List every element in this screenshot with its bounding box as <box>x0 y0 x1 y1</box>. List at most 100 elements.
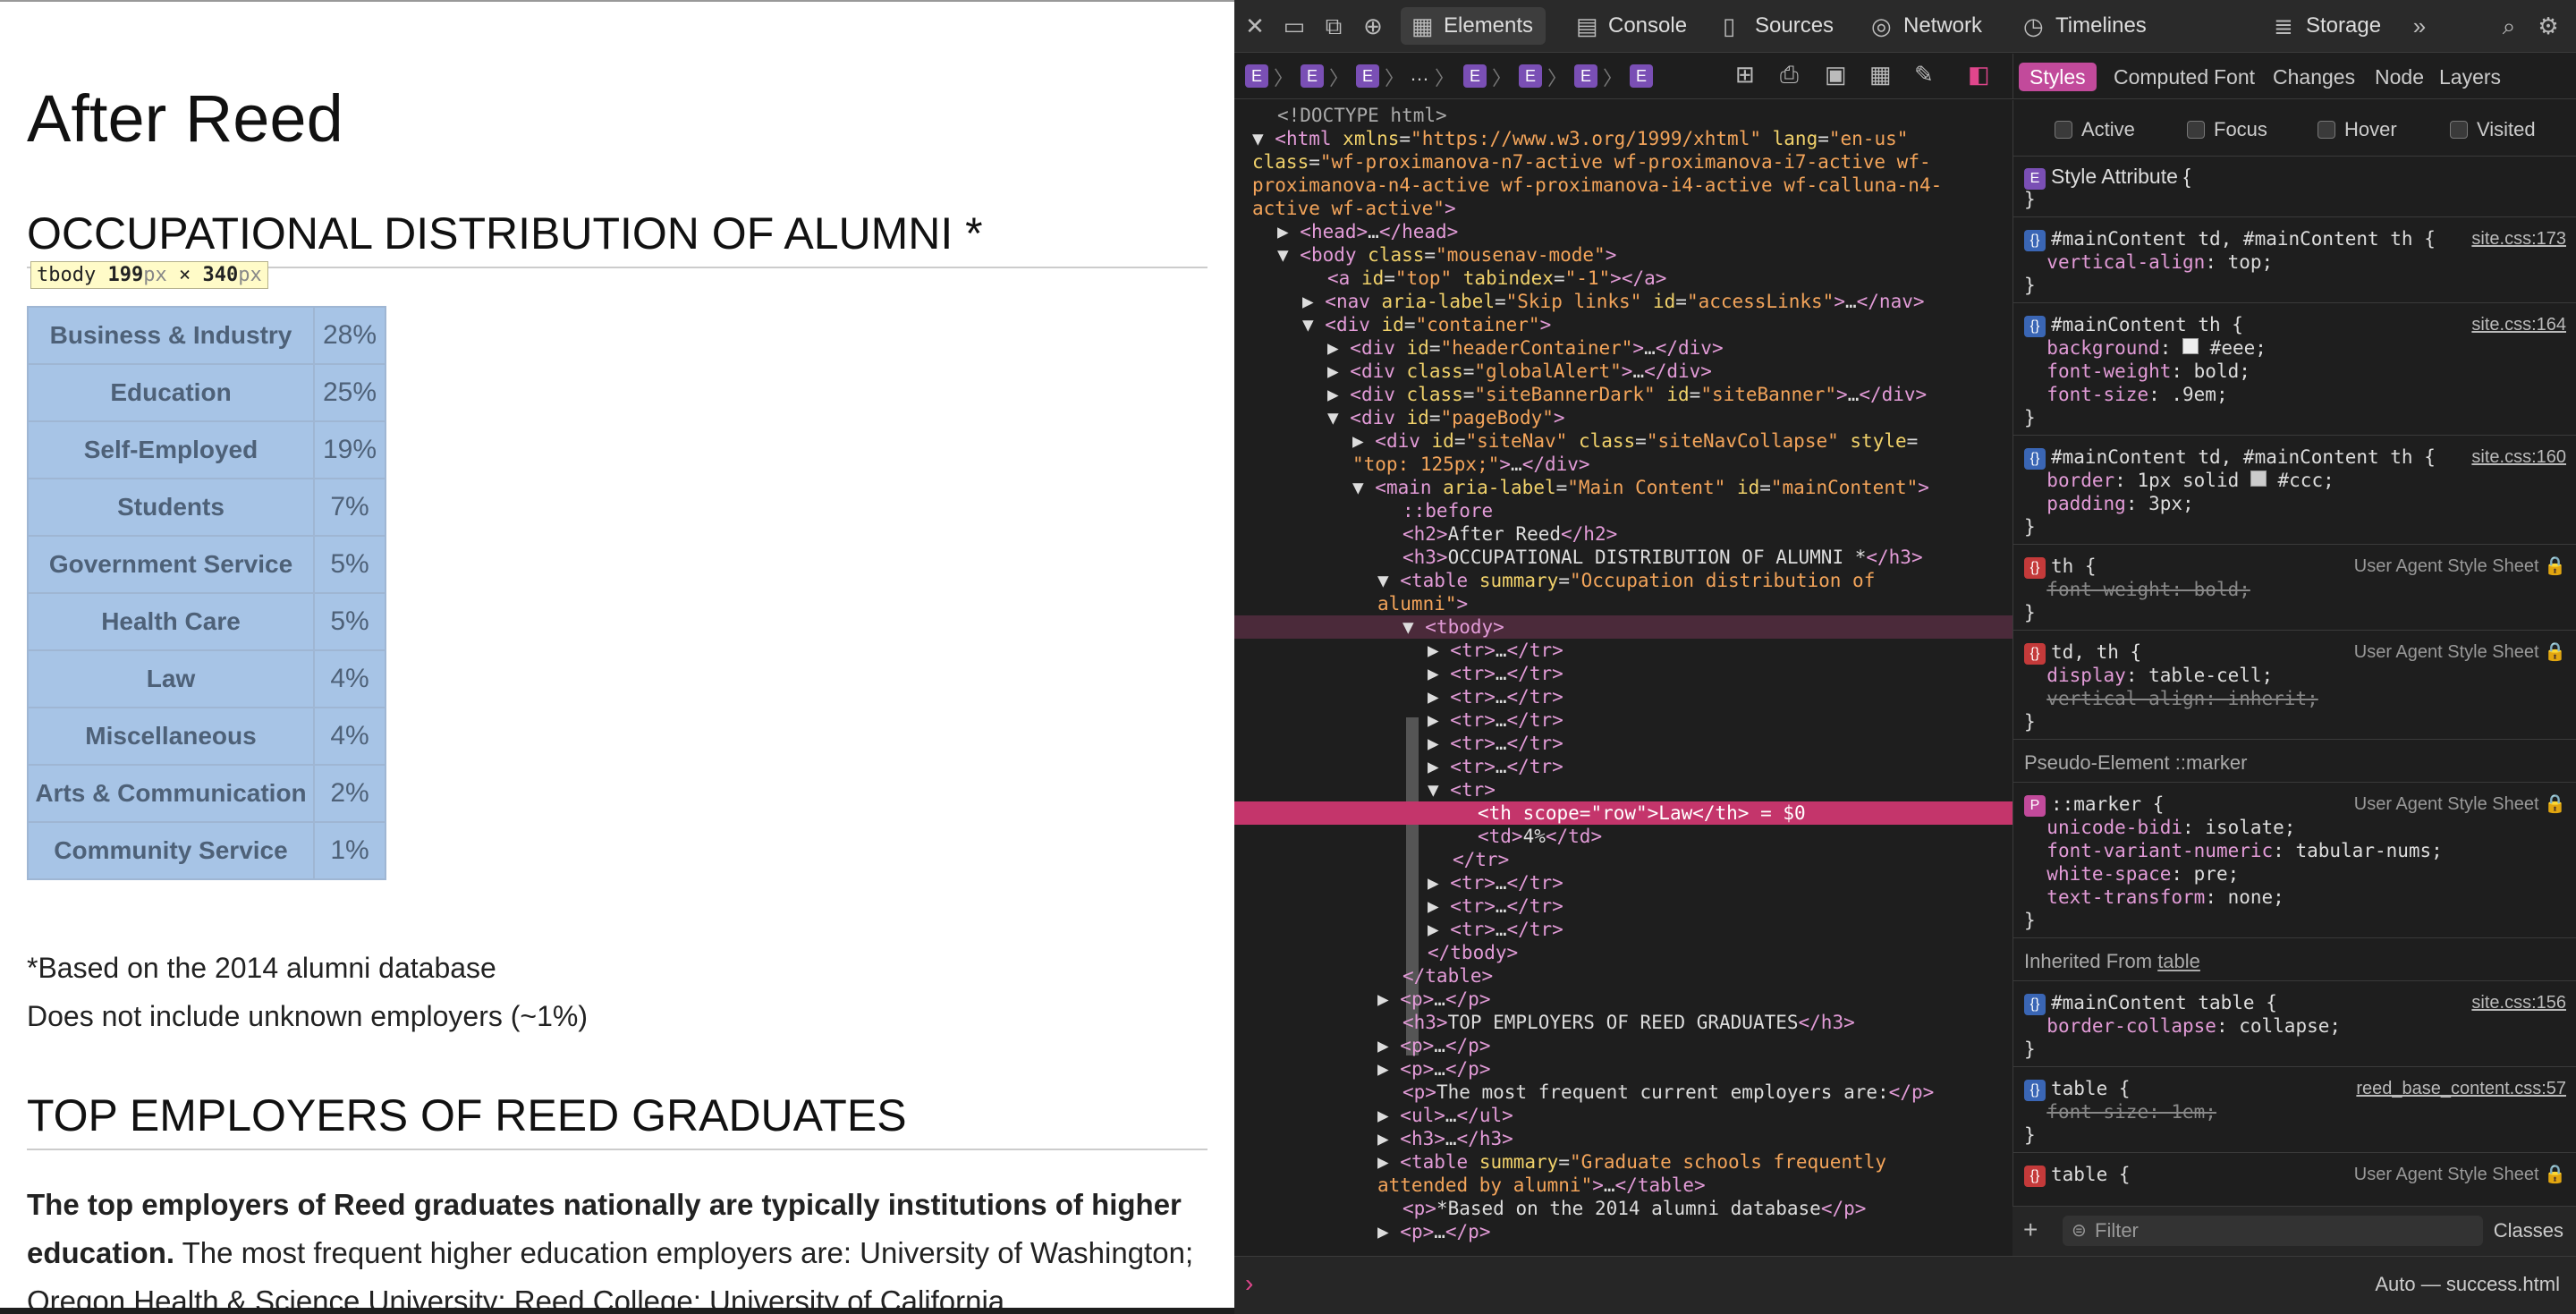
dom-line[interactable]: ▼ <html xmlns="https://www.w3.org/1999/x… <box>1234 127 2012 150</box>
more-tabs-icon[interactable]: » <box>2406 13 2433 39</box>
breadcrumb-item-container[interactable]: E <box>1356 64 1379 88</box>
styles-filter-input[interactable]: Filter <box>2063 1216 2483 1246</box>
dom-line[interactable]: ▶ <div id="siteNav" class="siteNavCollap… <box>1234 429 2012 453</box>
dom-line[interactable]: attended by alumni">…</table> <box>1234 1174 2012 1197</box>
dom-line[interactable]: <!DOCTYPE html> <box>1234 104 2012 127</box>
tab-font[interactable]: Font <box>2203 63 2266 91</box>
css-rule[interactable]: {} #mainContent td, #mainContent th { <box>2024 227 2436 251</box>
css-rule[interactable]: {} table { <box>2024 1077 2131 1101</box>
dom-line[interactable]: ▶ <tr>…</tr> <box>1234 871 2012 894</box>
source-link[interactable]: site.css:160 <box>2471 445 2566 469</box>
tab-styles[interactable]: Styles <box>2019 63 2097 91</box>
dom-line[interactable]: ▶ <tr>…</tr> <box>1234 894 2012 918</box>
dom-line[interactable]: ▶ <table summary="Graduate schools frequ… <box>1234 1150 2012 1174</box>
dom-line[interactable]: <a id="top" tabindex="-1"></a> <box>1234 267 2012 290</box>
dom-tree[interactable]: <!DOCTYPE html> ▼ <html xmlns="https://w… <box>1234 100 2012 1256</box>
dom-line[interactable]: ▶ <div class="globalAlert">…</div> <box>1234 360 2012 383</box>
dom-line[interactable]: ▼ <div id="container"> <box>1234 313 2012 336</box>
dom-line[interactable]: ▼ <div id="pageBody"> <box>1234 406 2012 429</box>
style-attribute-rule[interactable]: E Style Attribute { <box>2024 165 2190 190</box>
tab-computed[interactable]: Computed <box>2103 63 2219 91</box>
print-icon[interactable]: ⎙ <box>1780 61 1799 89</box>
dom-line[interactable]: ▶ <p>…</p> <box>1234 1220 2012 1243</box>
dom-line[interactable]: ▶ <tr>…</tr> <box>1234 755 2012 778</box>
breadcrumb-item-main[interactable]: E <box>1463 64 1487 88</box>
tab-timelines[interactable]: ◷ Timelines <box>2012 7 2159 45</box>
ua-rule[interactable]: {} th { <box>2024 555 2097 579</box>
dom-line-tbody[interactable]: ▼ <tbody> <box>1234 615 2012 639</box>
dom-line[interactable]: <td>4%</td> <box>1234 825 2012 848</box>
dom-line[interactable]: ▼ <table summary="Occupation distributio… <box>1234 569 2012 592</box>
tab-sources[interactable]: ▯ Sources <box>1712 7 1846 45</box>
dom-line[interactable]: ▶ <div class="siteBannerDark" id="siteBa… <box>1234 383 2012 406</box>
breadcrumb-item-html[interactable]: E <box>1245 64 1268 88</box>
tab-layers[interactable]: Layers <box>2428 63 2512 91</box>
breadcrumb-item-body[interactable]: E <box>1301 64 1324 88</box>
dom-line[interactable]: ▶ <tr>…</tr> <box>1234 662 2012 685</box>
element-picker-icon[interactable]: ⊕ <box>1360 13 1386 39</box>
dom-line[interactable]: active wf-active"> <box>1234 197 2012 220</box>
dock-bottom-icon[interactable]: ▭ <box>1281 13 1308 39</box>
tab-changes[interactable]: Changes <box>2262 63 2366 91</box>
dom-line[interactable]: ::before <box>1234 499 2012 522</box>
ua-rule[interactable]: {} table { <box>2024 1163 2131 1187</box>
dom-line[interactable]: </table> <box>1234 964 2012 988</box>
dom-line[interactable]: ▶ <p>…</p> <box>1234 1057 2012 1081</box>
dom-line[interactable]: proximanova-n4-active wf-proximanova-i4-… <box>1234 174 2012 197</box>
dom-line[interactable]: ▶ <nav aria-label="Skip links" id="acces… <box>1234 290 2012 313</box>
dom-line[interactable]: </tbody> <box>1234 941 2012 964</box>
dom-line[interactable]: <p>The most frequent current employers a… <box>1234 1081 2012 1104</box>
breadcrumb-item-th[interactable]: E <box>1630 64 1653 88</box>
ua-rule[interactable]: {} td, th { <box>2024 640 2141 665</box>
add-rule-icon[interactable]: + <box>2023 1216 2038 1244</box>
dom-line[interactable]: ▶ <tr>…</tr> <box>1234 732 2012 755</box>
dom-line[interactable]: "top: 125px;">…</div> <box>1234 453 2012 476</box>
dom-line[interactable]: ▶ <h3>…</h3> <box>1234 1127 2012 1150</box>
search-icon[interactable]: ⌕ <box>2496 13 2522 39</box>
css-rule[interactable]: {} #mainContent td, #mainContent th { <box>2024 445 2436 470</box>
source-link[interactable]: reed_base_content.css:57 <box>2356 1077 2566 1100</box>
tab-storage[interactable]: ≣ Storage <box>2263 7 2394 45</box>
classes-button[interactable]: Classes <box>2494 1219 2563 1242</box>
gear-icon[interactable]: ⚙ <box>2535 13 2562 39</box>
marker-rule[interactable]: P::marker { <box>2024 793 2164 817</box>
dom-line[interactable]: ▼ <main aria-label="Main Content" id="ma… <box>1234 476 2012 499</box>
close-icon[interactable]: ✕ <box>1241 13 1268 39</box>
source-link[interactable]: site.css:164 <box>2471 313 2566 336</box>
console-prompt-bar[interactable]: › Auto — success.html <box>1234 1256 2576 1314</box>
paint-icon[interactable]: ✎ <box>1914 61 1934 89</box>
dom-line-selected[interactable]: <th scope="row">Law</th> = $0 <box>1234 801 2012 825</box>
sidebar-toggle-icon[interactable]: ◧ <box>1968 61 1990 89</box>
dom-line[interactable]: class="wf-proximanova-n7-active wf-proxi… <box>1234 150 2012 174</box>
state-focus-checkbox[interactable]: Focus <box>2187 118 2267 141</box>
dom-line[interactable]: ▼ <tr> <box>1234 778 2012 801</box>
breadcrumb-item-table[interactable]: E <box>1519 64 1542 88</box>
breadcrumb-item-tbody[interactable]: E <box>1574 64 1597 88</box>
tab-network[interactable]: ◎ Network <box>1860 7 1995 45</box>
dom-line[interactable]: ▶ <p>…</p> <box>1234 1034 2012 1057</box>
breadcrumb-ellipsis[interactable]: … <box>1410 63 1429 86</box>
state-active-checkbox[interactable]: Active <box>2055 118 2135 141</box>
dom-line[interactable]: alumni"> <box>1234 592 2012 615</box>
state-hover-checkbox[interactable]: Hover <box>2318 118 2397 141</box>
layout-icon[interactable]: ▣ <box>1825 61 1847 89</box>
state-visited-checkbox[interactable]: Visited <box>2450 118 2536 141</box>
tab-elements[interactable]: ▦ Elements <box>1401 7 1546 45</box>
dom-line[interactable]: </tr> <box>1234 848 2012 871</box>
dom-line[interactable]: ▶ <tr>…</tr> <box>1234 685 2012 708</box>
dom-line[interactable]: ▶ <p>…</p> <box>1234 988 2012 1011</box>
dom-line[interactable]: <h2>After Reed</h2> <box>1234 522 2012 546</box>
css-rule[interactable]: {} #mainContent table { <box>2024 991 2277 1015</box>
dom-line[interactable]: ▶ <tr>…</tr> <box>1234 918 2012 941</box>
grid-icon[interactable]: ▦ <box>1869 61 1892 89</box>
detach-window-icon[interactable]: ⧉ <box>1320 13 1347 39</box>
dom-line[interactable]: ▼ <body class="mousenav-mode"> <box>1234 243 2012 267</box>
dom-line[interactable]: <h3>OCCUPATIONAL DISTRIBUTION OF ALUMNI … <box>1234 546 2012 569</box>
source-link[interactable]: site.css:173 <box>2471 227 2566 250</box>
dom-line[interactable]: ▶ <ul>…</ul> <box>1234 1104 2012 1127</box>
execution-context-select[interactable]: Auto — success.html <box>2375 1273 2560 1296</box>
dom-line[interactable]: <p>*Based on the 2014 alumni database</p… <box>1234 1197 2012 1220</box>
tab-node[interactable]: Node <box>2364 63 2435 91</box>
source-link[interactable]: site.css:156 <box>2471 991 2566 1014</box>
dom-line[interactable]: ▶ <div id="headerContainer">…</div> <box>1234 336 2012 360</box>
